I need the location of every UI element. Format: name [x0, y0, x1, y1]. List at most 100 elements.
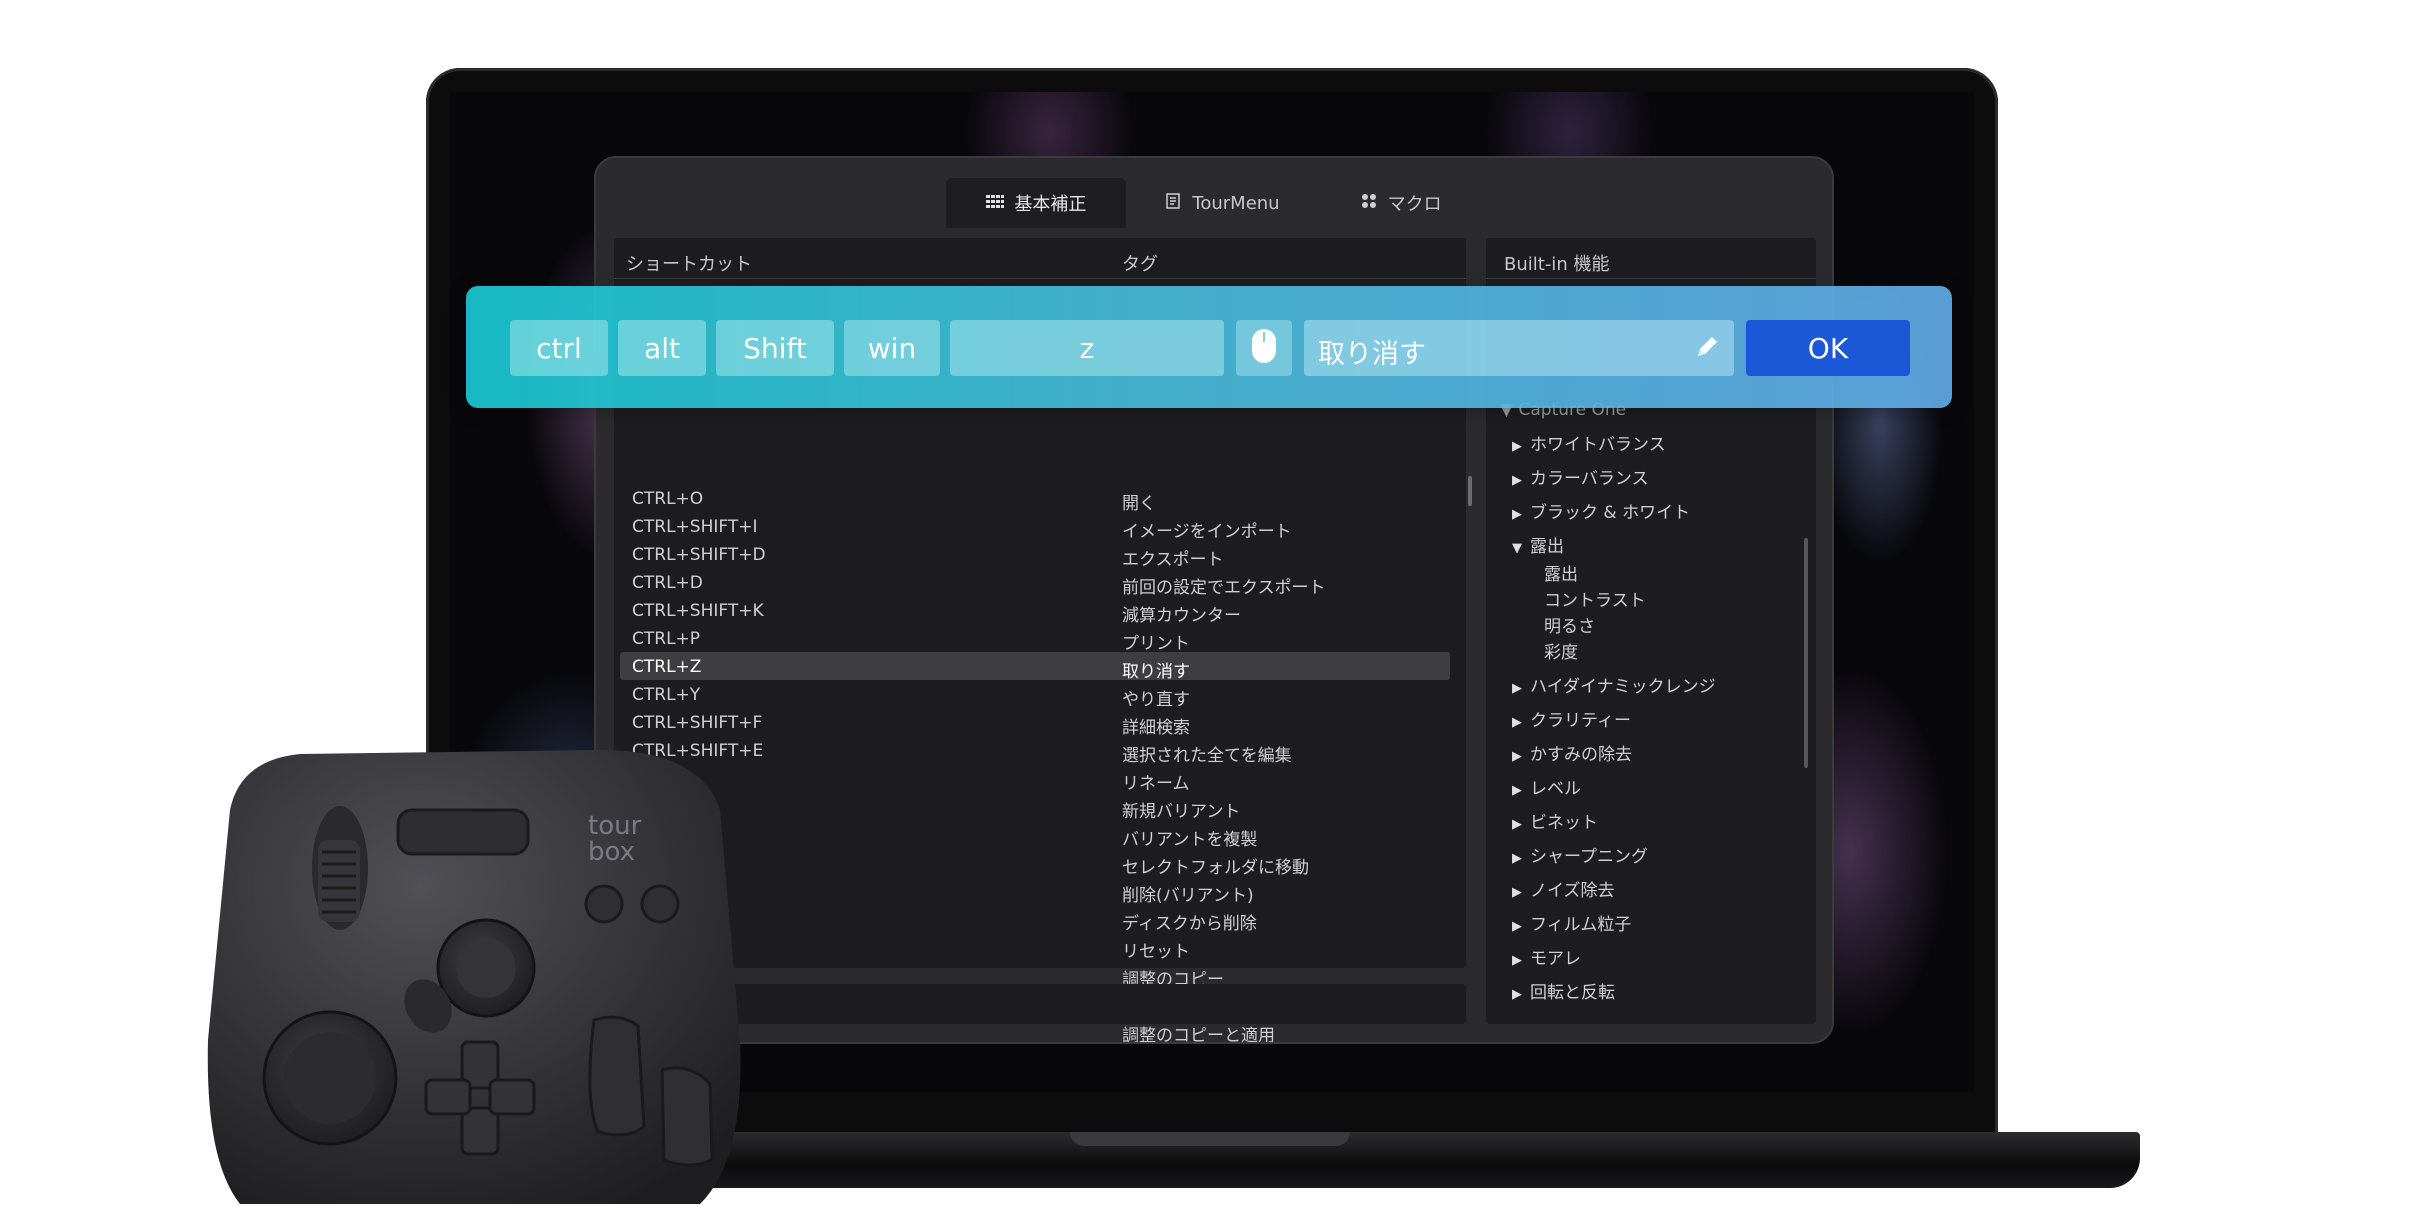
menu-list-icon: [1166, 193, 1182, 213]
shift-key[interactable]: Shift: [716, 320, 834, 376]
tree-item[interactable]: ▶ クラリティー: [1512, 706, 1631, 731]
alt-key[interactable]: alt: [618, 320, 706, 376]
ctrl-key[interactable]: ctrl: [510, 320, 608, 376]
tag-cell: リネーム: [1122, 774, 1190, 794]
tree-item-label: かすみの除去: [1530, 745, 1632, 765]
triangle-down-icon: ▼: [1512, 541, 1522, 556]
grid-icon: [986, 194, 1005, 213]
tree-subitem[interactable]: 彩度: [1544, 638, 1578, 663]
tree-item[interactable]: ▶ フィルム粒子: [1512, 910, 1631, 935]
svg-text:box: box: [588, 837, 635, 867]
tree-item-label: クラリティー: [1530, 711, 1631, 731]
table-row[interactable]: CTRL+D 前回の設定でエクスポート: [620, 568, 1450, 598]
tree-item[interactable]: ▶ 回転と反転: [1512, 978, 1615, 1003]
shortcut-cell: CTRL+SHIFT+I: [632, 517, 758, 537]
tab-tourmenu[interactable]: TourMenu: [1126, 178, 1319, 228]
tag-cell: プリント: [1122, 634, 1190, 654]
tree-item-label: ブラック & ホワイト: [1530, 503, 1691, 523]
tag-cell: 新規バリアント: [1122, 802, 1241, 822]
mouse-button[interactable]: [1236, 320, 1292, 376]
table-row[interactable]: CTRL+SHIFT+D エクスポート: [620, 540, 1450, 570]
shortcut-list-header: ショートカット タグ: [614, 238, 1466, 279]
tag-cell: ディスクから削除: [1122, 914, 1257, 934]
tree-item[interactable]: ▼ 露出: [1512, 532, 1564, 557]
tree-item[interactable]: ▶ ハイダイナミックレンジ: [1512, 672, 1716, 697]
shortcut-cell: CTRL+D: [632, 573, 703, 593]
tree-item-label: ノイズ除去: [1530, 881, 1615, 901]
tab-basic-correction[interactable]: 基本補正: [946, 178, 1127, 228]
shortcut-cell: CTRL+O: [632, 489, 704, 509]
triangle-right-icon: ▶: [1512, 507, 1522, 522]
tag-cell: 減算カウンター: [1122, 606, 1241, 626]
shortcut-cell: CTRL+SHIFT+F: [632, 713, 763, 733]
tag-cell: 調整のコピーと適用: [1122, 1026, 1275, 1044]
triangle-right-icon: ▶: [1512, 817, 1522, 832]
tab-label: TourMenu: [1192, 192, 1280, 214]
tourbox-controller: tour box: [200, 740, 760, 1204]
shortcut-cell: CTRL+Y: [632, 685, 701, 705]
tree-subitem[interactable]: コントラスト: [1544, 586, 1646, 611]
tree-item-label: ホワイトバランス: [1530, 435, 1666, 455]
tree-item[interactable]: ▶ シャープニング: [1512, 842, 1648, 867]
win-key[interactable]: win: [844, 320, 940, 376]
tree-item[interactable]: ▶ カラーバランス: [1512, 464, 1649, 489]
shortcut-cell: CTRL+Z: [632, 657, 702, 677]
tag-cell: 選択された全てを編集: [1122, 746, 1292, 766]
scrollbar[interactable]: [1468, 476, 1472, 506]
table-row[interactable]: CTRL+O 開く: [620, 484, 1450, 514]
shortcut-cell: CTRL+P: [632, 629, 701, 649]
action-name-field[interactable]: 取り消す: [1304, 320, 1734, 376]
triangle-right-icon: ▶: [1512, 885, 1522, 900]
triangle-right-icon: ▶: [1512, 851, 1522, 866]
tree-item[interactable]: ▶ ホワイトバランス: [1512, 430, 1666, 455]
table-row[interactable]: CTRL+Z 取り消す: [620, 652, 1450, 682]
tree-item[interactable]: ▶ ノイズ除去: [1512, 876, 1615, 901]
tree-item-label: 回転と反転: [1530, 983, 1615, 1003]
mouse-icon: [1251, 328, 1277, 368]
tree-item[interactable]: ▶ モアレ: [1512, 944, 1581, 969]
pencil-icon[interactable]: [1692, 332, 1722, 369]
tag-cell: 取り消す: [1122, 662, 1190, 682]
scrollbar[interactable]: [1804, 538, 1808, 768]
tag-cell: セレクトフォルダに移動: [1122, 858, 1309, 878]
tree-item[interactable]: ▶ ブラック & ホワイト: [1512, 498, 1690, 523]
triangle-right-icon: ▶: [1512, 715, 1522, 730]
tree-item[interactable]: ▶ ビネット: [1512, 808, 1598, 833]
tag-cell: 詳細検索: [1122, 718, 1190, 738]
shortcut-cell: CTRL+SHIFT+D: [632, 545, 766, 565]
tab-label: 基本補正: [1014, 194, 1087, 215]
tree-subitem[interactable]: 露出: [1544, 560, 1578, 585]
tag-cell: 開く: [1122, 494, 1156, 514]
triangle-right-icon: ▶: [1512, 783, 1522, 798]
laptop-notch: [1070, 1132, 1350, 1146]
tree-item-label: シャープニング: [1530, 847, 1648, 867]
tree-item-label: フィルム粒子: [1530, 915, 1632, 935]
builtin-header-label: Built-in 機能: [1504, 254, 1610, 275]
triangle-right-icon: ▶: [1512, 749, 1522, 764]
table-row[interactable]: CTRL+P プリント: [620, 624, 1450, 654]
builtin-header: Built-in 機能: [1486, 238, 1816, 279]
tab-bar: 基本補正 TourMenu マクロ: [596, 158, 1832, 228]
table-row[interactable]: CTRL+SHIFT+K 減算カウンター: [620, 596, 1450, 626]
tag-cell: やり直す: [1122, 690, 1190, 710]
key-input-field[interactable]: z: [950, 320, 1224, 376]
tree-item-label: 露出: [1530, 537, 1564, 557]
column-header-shortcut: ショートカット: [626, 254, 752, 275]
tree-item[interactable]: ▶ かすみの除去: [1512, 740, 1632, 765]
shortcut-cell: CTRL+SHIFT+K: [632, 601, 764, 621]
macro-icon: [1360, 193, 1378, 213]
table-row[interactable]: CTRL+SHIFT+I イメージをインポート: [620, 512, 1450, 542]
tree-item[interactable]: ▶ レベル: [1512, 774, 1581, 799]
tree-subitem[interactable]: 明るさ: [1544, 612, 1595, 637]
triangle-right-icon: ▶: [1512, 953, 1522, 968]
table-row[interactable]: CTRL+Y やり直す: [620, 680, 1450, 710]
tab-macro[interactable]: マクロ: [1320, 178, 1482, 228]
tag-cell: エクスポート: [1122, 550, 1224, 570]
table-row[interactable]: CTRL+SHIFT+F 詳細検索: [620, 708, 1450, 738]
tag-cell: リセット: [1122, 942, 1190, 962]
ok-button[interactable]: OK: [1746, 320, 1910, 376]
tree-item-label: ハイダイナミックレンジ: [1530, 677, 1716, 697]
tree-item-label: モアレ: [1530, 949, 1581, 969]
tree-item-label: レベル: [1530, 779, 1581, 799]
tag-cell: バリアントを複製: [1122, 830, 1258, 850]
